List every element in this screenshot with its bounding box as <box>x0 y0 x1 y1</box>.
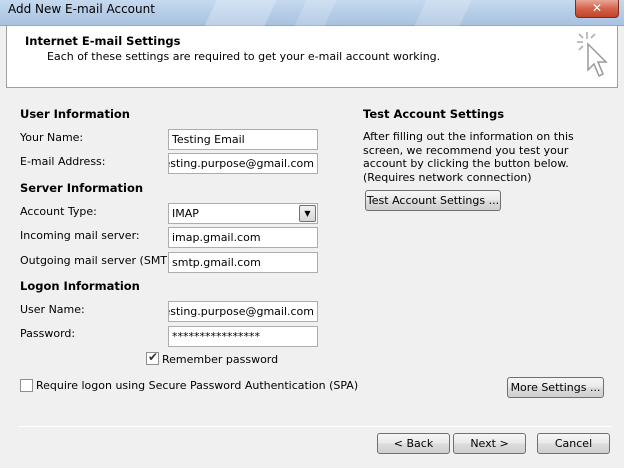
email-address-value: n.testing.purpose@gmail.com <box>169 157 314 170</box>
incoming-server-input[interactable]: imap.gmail.com <box>168 227 318 248</box>
account-type-select[interactable]: IMAP ▼ <box>168 203 318 224</box>
test-account-settings-button[interactable]: Test Account Settings ... <box>365 190 501 211</box>
checkmark-icon: ✔ <box>148 350 159 364</box>
header-panel: Internet E-mail Settings Each of these s… <box>6 26 618 88</box>
user-name-input[interactable]: n.testing.purpose@gmail.com <box>168 301 318 322</box>
test-settings-description: After filling out the information on thi… <box>363 130 574 184</box>
close-button[interactable]: ✕ <box>575 0 619 18</box>
password-label: Password: <box>20 327 76 340</box>
spa-checkbox[interactable] <box>20 379 33 392</box>
section-test-account-settings: Test Account Settings <box>363 107 505 121</box>
header-title: Internet E-mail Settings <box>25 34 181 48</box>
account-type-label: Account Type: <box>20 205 97 218</box>
section-server-information: Server Information <box>20 181 144 195</box>
window-title: Add New E-mail Account <box>8 2 155 16</box>
back-button[interactable]: < Back <box>377 433 450 454</box>
incoming-server-label: Incoming mail server: <box>20 229 140 242</box>
more-settings-button[interactable]: More Settings ... <box>507 377 604 398</box>
cancel-button[interactable]: Cancel <box>537 433 610 454</box>
title-bar[interactable]: Add New E-mail Account ✕ <box>0 0 624 34</box>
email-address-label: E-mail Address: <box>20 155 106 168</box>
account-type-value: IMAP <box>172 207 199 220</box>
outgoing-server-label: Outgoing mail server (SMTP): <box>20 254 182 267</box>
cursor-sparkle-icon <box>577 32 608 78</box>
your-name-label: Your Name: <box>20 131 84 144</box>
user-name-label: User Name: <box>20 303 85 316</box>
remember-password-label[interactable]: Remember password <box>162 353 278 366</box>
user-name-value: n.testing.purpose@gmail.com <box>169 305 314 318</box>
section-user-information: User Information <box>20 107 130 121</box>
password-input[interactable]: **************** <box>168 326 318 347</box>
email-address-input[interactable]: n.testing.purpose@gmail.com <box>168 153 318 174</box>
divider <box>18 426 612 427</box>
content-panel: User Information Your Name: Testing Emai… <box>6 88 618 464</box>
chevron-down-icon[interactable]: ▼ <box>299 205 316 222</box>
next-button[interactable]: Next > <box>453 433 526 454</box>
header-subtitle: Each of these settings are required to g… <box>47 50 441 63</box>
outgoing-server-input[interactable]: smtp.gmail.com <box>168 252 318 273</box>
your-name-input[interactable]: Testing Email <box>168 129 318 150</box>
remember-password-checkbox[interactable]: ✔ <box>146 350 159 365</box>
section-logon-information: Logon Information <box>20 279 140 293</box>
spa-label[interactable]: Require logon using Secure Password Auth… <box>36 379 358 392</box>
